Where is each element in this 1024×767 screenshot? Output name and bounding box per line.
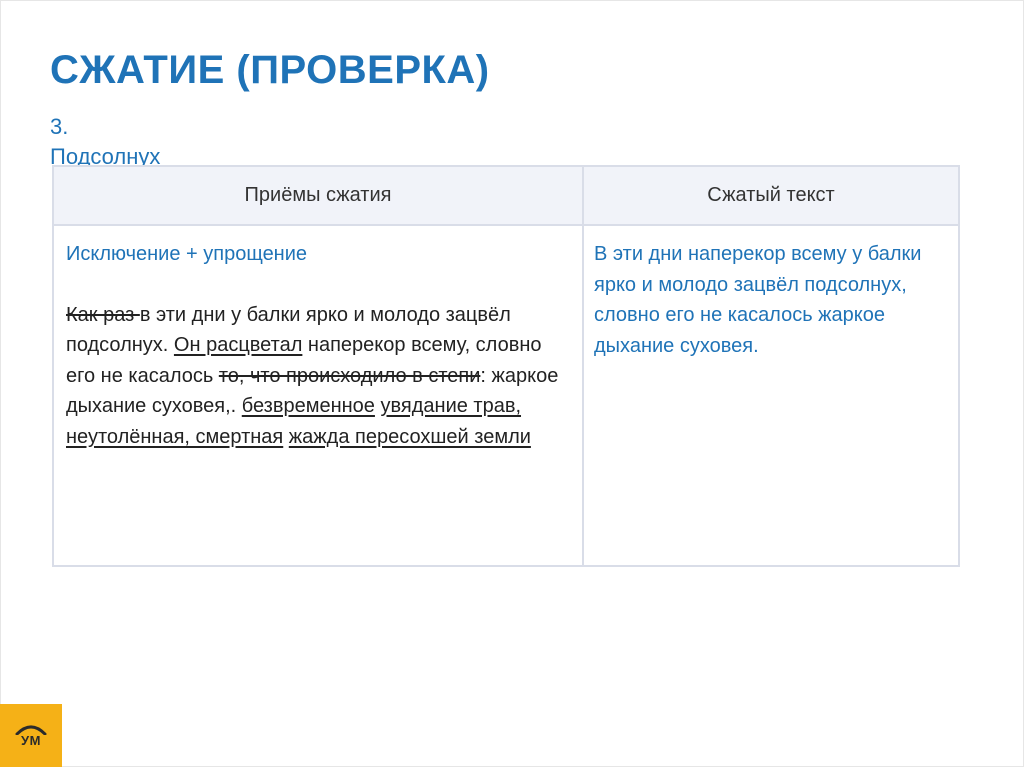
compressed-text-cell: В эти дни наперекор всему у балки ярко и… bbox=[594, 243, 922, 357]
simplified-text: жажда пересохшей земли bbox=[288, 425, 531, 448]
header-techniques: Приёмы сжатия bbox=[244, 184, 392, 206]
header-compressed-text: Сжатый текст bbox=[707, 184, 835, 206]
excluded-text: то, что происходило в степи bbox=[218, 364, 481, 387]
subtitle-area: 3. Подсолнух bbox=[50, 112, 270, 165]
excluded-text: Как раз bbox=[66, 303, 140, 326]
compression-table: Приёмы сжатия Сжатый текст Исключение + … bbox=[52, 165, 960, 567]
simplified-text: Он расцветал bbox=[173, 334, 303, 356]
techniques-cell: Исключение + упрощение Как раз в эти дни… bbox=[66, 239, 566, 452]
subtitle-number: 3. bbox=[50, 114, 69, 139]
slide-subtitle: 3. Подсолнух bbox=[50, 112, 270, 165]
source-text: Как раз в эти дни у балки ярко и молодо … bbox=[66, 300, 566, 453]
table-header-row: Приёмы сжатия Сжатый текст bbox=[54, 167, 958, 226]
um-logo: УМ bbox=[0, 704, 62, 767]
slide-title: СЖАТИЕ (ПРОВЕРКА) bbox=[50, 48, 490, 92]
column-divider bbox=[582, 167, 584, 565]
subtitle-text: Подсолнух bbox=[50, 144, 161, 165]
logo-text: УМ bbox=[21, 733, 41, 748]
simplified-text: безвременное bbox=[241, 395, 375, 417]
technique-label: Исключение + упрощение bbox=[66, 243, 308, 265]
